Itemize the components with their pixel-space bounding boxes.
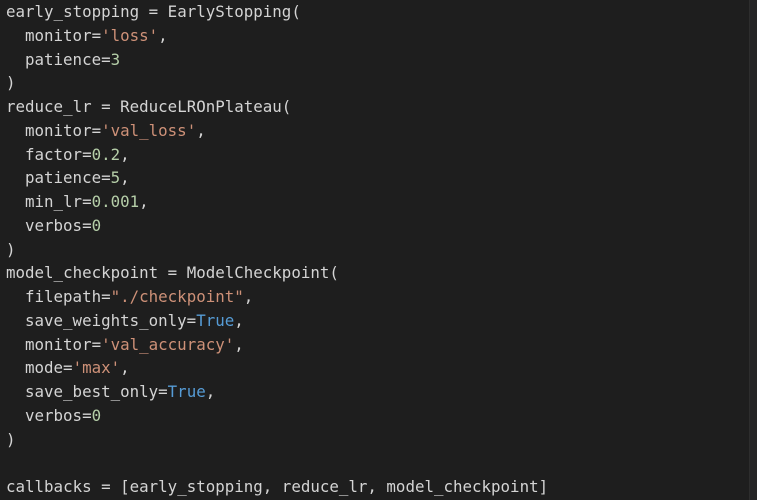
code-token: monitor= (25, 25, 102, 45)
code-token: , (196, 120, 206, 140)
code-block[interactable]: early_stopping = EarlyStopping(monitor='… (6, 0, 747, 499)
code-token: callbacks = [early_stopping, reduce_lr, … (6, 477, 549, 496)
string-literal: 'max' (72, 358, 121, 378)
code-line[interactable]: patience=3 (6, 48, 747, 72)
keyword-token: True (196, 310, 235, 330)
code-line[interactable]: verbos=0 (6, 404, 747, 428)
code-token: , (158, 25, 168, 45)
code-token: , (234, 310, 244, 330)
number-literal: 5 (110, 168, 121, 188)
code-token: factor= (25, 144, 92, 164)
code-token: , (205, 382, 216, 401)
number-literal: 0 (91, 405, 102, 425)
code-line[interactable]: mode='max', (6, 356, 747, 380)
code-token: save_best_only= (25, 382, 168, 401)
code-token: , (120, 168, 130, 188)
code-token: min_lr= (25, 192, 92, 211)
code-line[interactable]: model_checkpoint = ModelCheckpoint( (6, 261, 747, 285)
code-token: ) (6, 239, 16, 259)
code-line[interactable]: save_best_only=True, (6, 380, 747, 404)
code-line[interactable]: monitor='loss', (6, 24, 747, 48)
code-token: early_stopping = EarlyStopping( (6, 2, 301, 21)
code-line[interactable]: save_weights_only=True, (6, 309, 747, 333)
code-token: reduce_lr = ReduceLROnPlateau( (6, 97, 292, 116)
number-literal: 3 (110, 49, 121, 69)
code-token: mode= (25, 358, 73, 378)
code-token: monitor= (25, 120, 102, 140)
string-literal: 'val_loss' (101, 120, 197, 140)
number-literal: 0 (91, 215, 102, 235)
code-token: , (120, 144, 130, 164)
code-token: model_checkpoint = ModelCheckpoint( (6, 263, 339, 283)
code-line[interactable]: factor=0.2, (6, 143, 747, 167)
code-token: save_weights_only= (25, 310, 197, 330)
keyword-token: True (167, 382, 206, 401)
code-token: filepath= (25, 287, 111, 306)
code-line[interactable] (6, 451, 747, 475)
number-literal: 0.001 (91, 192, 140, 211)
code-line[interactable]: ) (6, 71, 747, 95)
code-line[interactable]: ) (6, 428, 747, 452)
code-line[interactable]: early_stopping = EarlyStopping( (6, 0, 747, 24)
code-token: ) (6, 429, 16, 449)
code-token: , (234, 334, 244, 354)
code-token: patience= (25, 49, 111, 69)
code-line[interactable]: reduce_lr = ReduceLROnPlateau( (6, 95, 747, 119)
code-line[interactable]: ) (6, 238, 747, 262)
code-line[interactable]: filepath="./checkpoint", (6, 285, 747, 309)
code-line[interactable]: patience=5, (6, 166, 747, 190)
code-line[interactable]: min_lr=0.001, (6, 190, 747, 214)
code-line[interactable]: monitor='val_loss', (6, 119, 747, 143)
code-token: , (243, 287, 254, 306)
vertical-scrollbar[interactable] (749, 0, 757, 500)
string-literal: "./checkpoint" (110, 287, 244, 306)
code-token: verbos= (25, 215, 92, 235)
code-token: verbos= (25, 405, 92, 425)
code-token: , (120, 358, 130, 378)
code-token: ) (6, 73, 16, 93)
code-token: patience= (25, 168, 111, 188)
code-line[interactable]: callbacks = [early_stopping, reduce_lr, … (6, 475, 747, 499)
code-line[interactable]: monitor='val_accuracy', (6, 333, 747, 357)
code-token: monitor= (25, 334, 102, 354)
string-literal: 'loss' (101, 25, 159, 45)
string-literal: 'val_accuracy' (101, 334, 235, 354)
number-literal: 0.2 (91, 144, 121, 164)
code-editor[interactable]: early_stopping = EarlyStopping(monitor='… (0, 0, 757, 500)
code-token: , (139, 192, 149, 211)
code-line[interactable]: verbos=0 (6, 214, 747, 238)
